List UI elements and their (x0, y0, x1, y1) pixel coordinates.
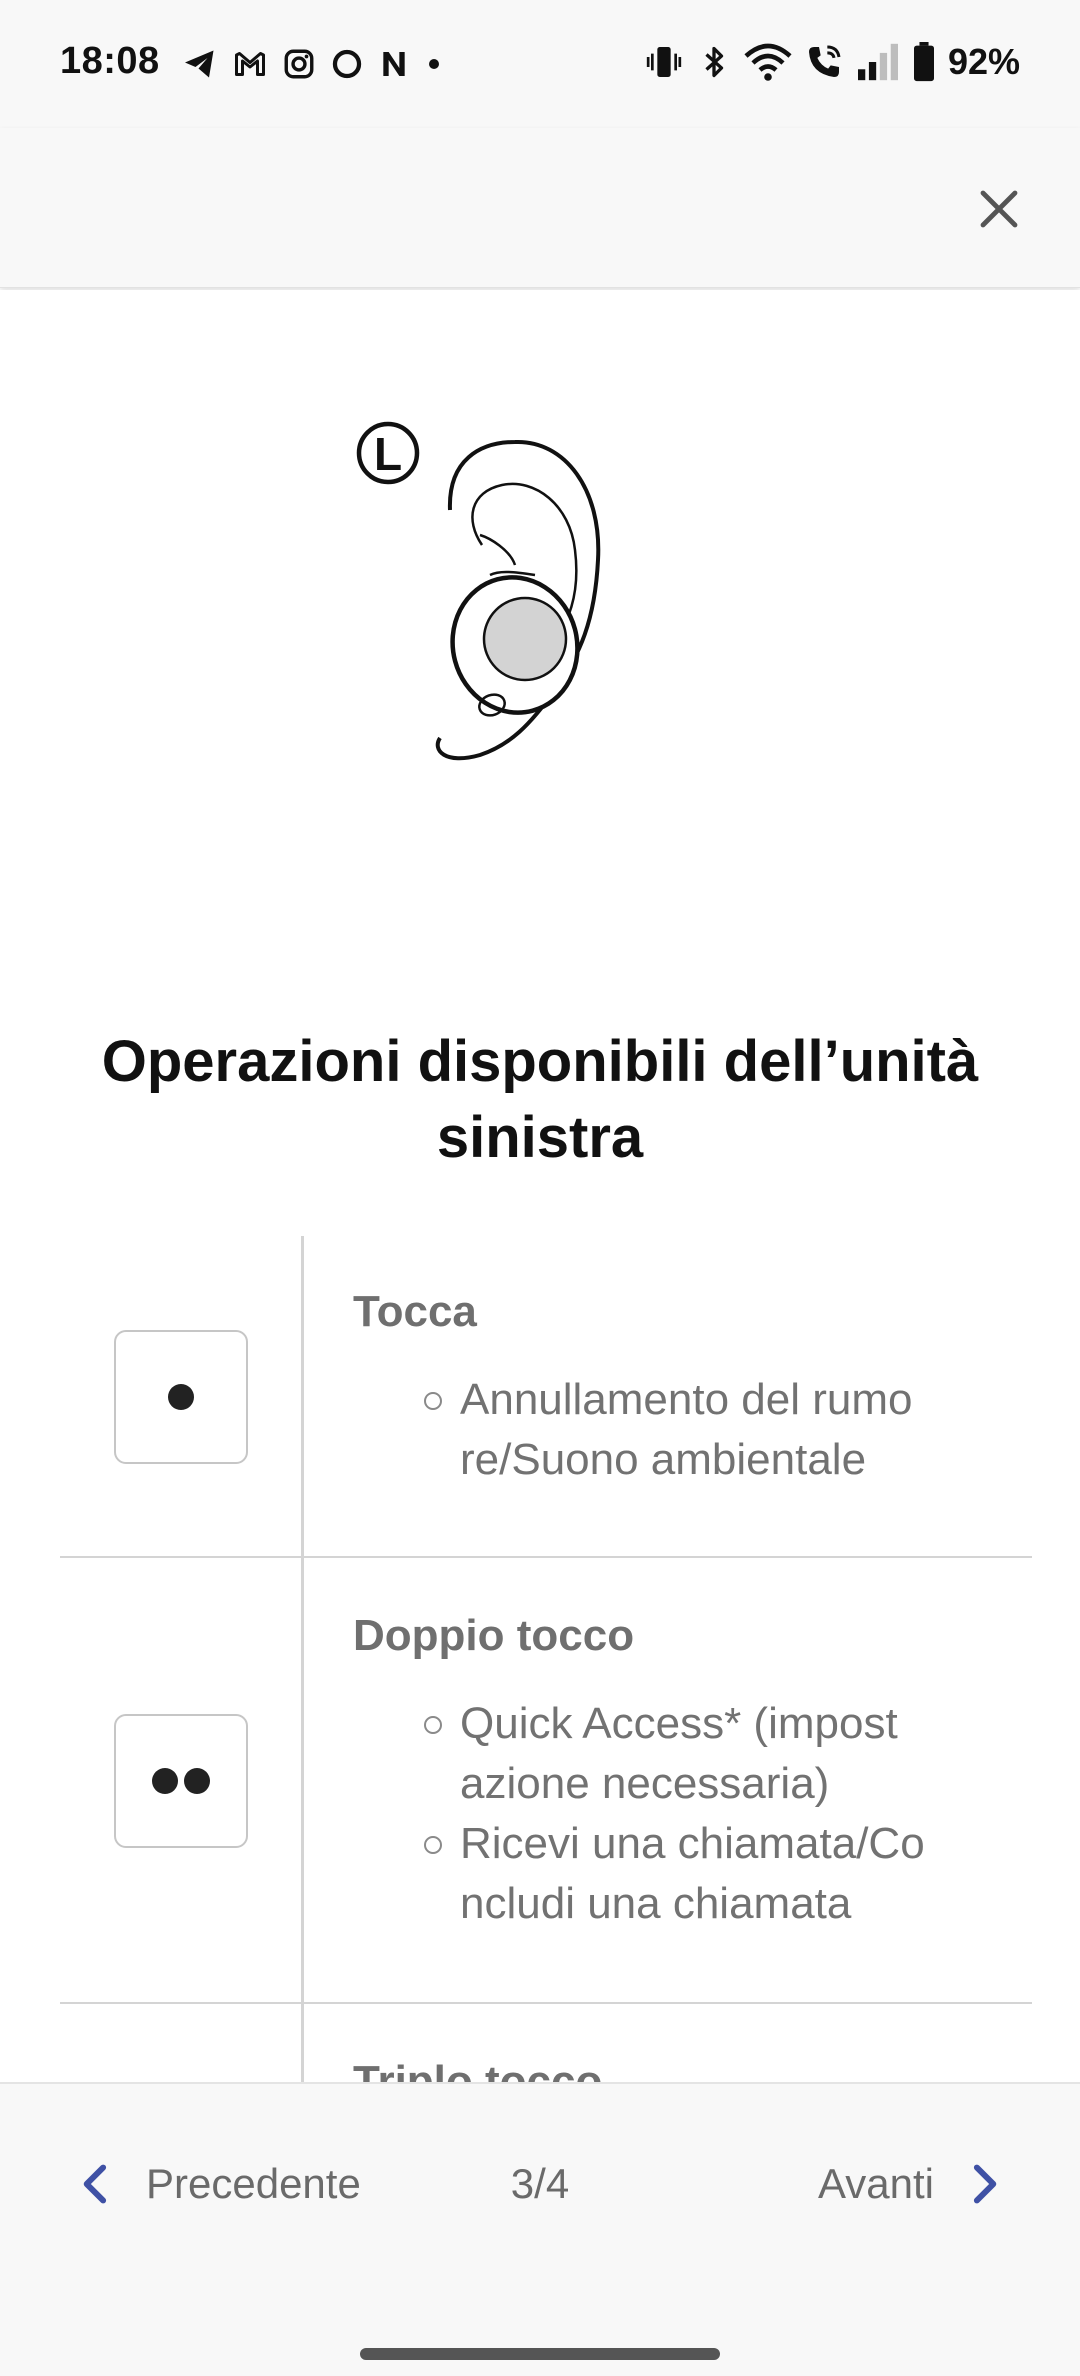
double-tap-icon (114, 1714, 248, 1848)
signal-icon (857, 43, 898, 81)
instagram-icon (284, 49, 314, 79)
notification-icons (182, 44, 444, 84)
operation-list: Annullamento del rumo re/Suono ambiental… (353, 1370, 1002, 1490)
chevron-right-icon (973, 2164, 997, 2204)
status-time: 18:08 (60, 40, 160, 82)
gmail-icon (235, 52, 265, 76)
operation-item: Annullamento del rumo re/Suono ambiental… (353, 1370, 1002, 1490)
side-badge-letter: L (374, 428, 402, 480)
wifi-icon (744, 43, 792, 81)
status-bar: 18:08 92% (0, 0, 1080, 128)
battery-percentage: 92% (947, 41, 1020, 82)
tap-dot (168, 1384, 194, 1410)
operation-row-tap: Tocca Annullamento del rumo re/Suono amb… (60, 1236, 1032, 1558)
tap-dot (152, 1768, 178, 1794)
telegram-icon (185, 50, 214, 78)
ear-concha (489, 570, 536, 577)
vibrate-icon (646, 47, 682, 77)
app-header (0, 128, 1080, 288)
left-ear-earbud-illustration: L (340, 420, 660, 800)
next-label: Avanti (818, 2160, 934, 2207)
content-scroll-area[interactable]: L Operazioni disponibili dell’unità sini… (0, 290, 1080, 2082)
operation-body: Doppio tocco Quick Access* (impost azion… (353, 1608, 1002, 1934)
earbud-touch-area (482, 596, 568, 682)
circle-app-icon (332, 49, 362, 79)
single-tap-icon (114, 1330, 248, 1464)
tap-dot (184, 1768, 210, 1794)
battery-icon (913, 42, 934, 82)
home-indicator[interactable] (360, 2348, 720, 2360)
operation-row-double-tap: Doppio tocco Quick Access* (impost azion… (60, 1558, 1032, 2004)
close-button[interactable] (954, 164, 1044, 254)
operation-row-triple-tap: Triplo tocco (60, 2004, 1032, 2082)
operation-item: Quick Access* (impost azione necessaria) (353, 1694, 1002, 1814)
operation-item: Ricevi una chiamata/Co ncludi una chiama… (353, 1814, 1002, 1934)
column-divider (301, 1558, 304, 2002)
operations-table: Tocca Annullamento del rumo re/Suono amb… (60, 1236, 1032, 2082)
dot-indicator (429, 59, 439, 69)
bottom-navigation: Precedente 3/4 Avanti (0, 2082, 1080, 2376)
operation-title: Doppio tocco (353, 1611, 635, 1660)
operation-title: Triplo tocco (353, 2057, 603, 2082)
operation-body: Triplo tocco (353, 2054, 1002, 2082)
column-divider (301, 1236, 304, 1556)
ear-antihelix (479, 533, 517, 566)
operation-title: Tocca (353, 1287, 477, 1336)
screen: 18:08 92% L Operazioni disponibili dell’… (0, 0, 1080, 2376)
close-icon (980, 190, 1018, 228)
page-title: Operazioni disponibili dell’unità sinist… (101, 1029, 979, 1170)
column-divider (301, 2004, 304, 2082)
bluetooth-icon (705, 46, 724, 78)
operation-body: Tocca Annullamento del rumo re/Suono amb… (353, 1284, 1002, 1490)
netflix-icon (383, 52, 405, 76)
system-icons: 92% (644, 40, 1020, 84)
wifi-calling-icon (808, 45, 841, 77)
next-button[interactable]: Avanti (818, 2144, 1002, 2224)
operation-list: Quick Access* (impost azione necessaria)… (353, 1694, 1002, 1934)
